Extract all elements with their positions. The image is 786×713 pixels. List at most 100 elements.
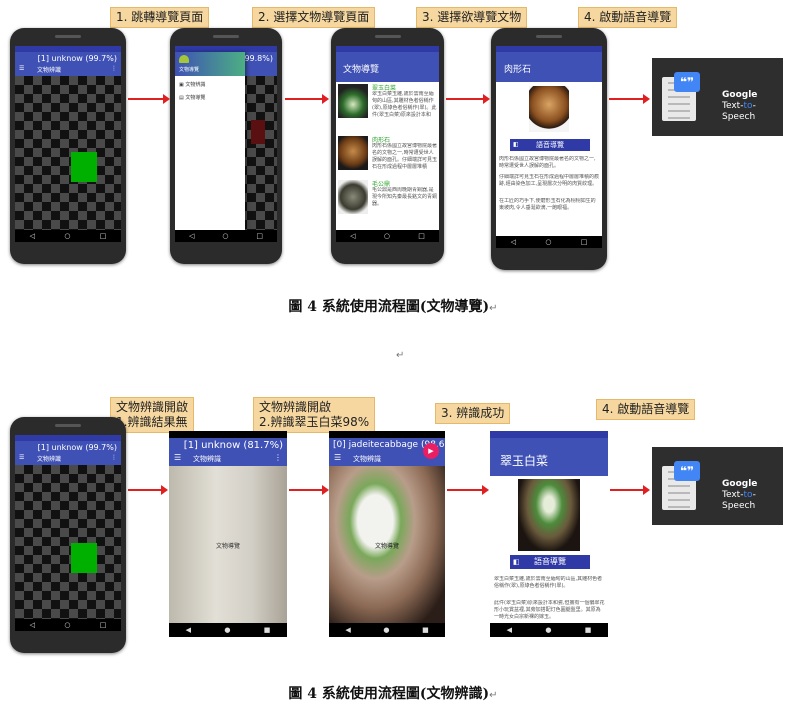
artifact-thumbnail: [338, 180, 368, 214]
screen-recognition-low: [1] unknow (81.7%) ☰ 文物辨識 ⋮ 文物導覽 ◀ ● ■: [169, 431, 287, 637]
list-item[interactable]: 翠玉白菜 翠玉白菜玉雕,歲於雲南至緬甸的山區,其雕材色者俗稱作(翠),原綠色者俗…: [336, 82, 439, 134]
figure-caption: 圖 4 系統使用流程圖(文物辨識)↵: [288, 686, 498, 702]
home-icon[interactable]: ○: [64, 621, 70, 629]
android-nav-bar: ◁ ○ □: [15, 619, 121, 631]
flow-arrow: [610, 485, 650, 495]
menu-icon[interactable]: ☰: [19, 454, 24, 461]
list-item[interactable]: 毛公鼎 毛公鼎是西周晚期青銅器,是現今所知先秦最長銘文的青銅器。: [336, 178, 439, 218]
detection-box: [71, 152, 97, 182]
back-icon[interactable]: ◁: [350, 232, 355, 240]
artifact-desc: 毛公鼎是西周晚期青銅器,是現今所知先秦最長銘文的青銅器。: [372, 187, 437, 207]
drawer-item-guide[interactable]: ▤ 文物導覽: [175, 93, 245, 102]
home-icon[interactable]: ●: [383, 626, 389, 634]
detection-overlay: [1] unknow (81.7%): [183, 440, 283, 451]
detail-paragraph: 仔細端詳可見玉石在形成過程中層層堆積的痕跡,經由染色加工,呈現層次分明的肉質紋理…: [499, 174, 599, 187]
back-icon[interactable]: ◀: [507, 626, 512, 634]
camera-preview: [15, 76, 121, 230]
center-label: 文物導覽: [374, 543, 399, 550]
home-icon[interactable]: ○: [64, 232, 70, 240]
back-icon[interactable]: ◁: [30, 232, 35, 240]
google-tts-logo: ❝❞ Google Text-to-Speech: [652, 447, 783, 525]
phone-recognition-unknown: [1] unknow (99.7%) ☰ 文物辨識 ⋮ ◁ ○ □: [10, 28, 126, 264]
step-label-4: 4. 啟動語音導覽: [578, 7, 678, 28]
camera-preview: [15, 465, 121, 619]
artifact-thumbnail: [338, 136, 368, 170]
recents-icon[interactable]: □: [256, 232, 263, 240]
app-title: 文物辨識: [353, 455, 381, 463]
quote-bubble-icon: ❝❞: [674, 461, 700, 481]
back-icon[interactable]: ◁: [30, 621, 35, 629]
center-label: 文物導覽: [215, 543, 240, 550]
speaker-icon: ◧: [513, 141, 519, 148]
android-nav-bar: ◀ ● ■: [329, 623, 445, 637]
step-label-1: 1. 跳轉導覽頁面: [110, 7, 210, 28]
flow-arrow: [609, 94, 650, 104]
flow-arrow: [128, 485, 168, 495]
tts-product-name: Text-to-Speech: [722, 101, 756, 122]
step-label-2: 2. 選擇文物導覽頁面: [252, 7, 376, 28]
app-title: 文物辨識: [193, 455, 221, 463]
home-icon[interactable]: ○: [384, 232, 390, 240]
menu-icon[interactable]: ☰: [174, 453, 181, 462]
app-title: 文物辨識: [37, 67, 62, 74]
app-title: 文物辨識: [37, 456, 62, 463]
flow-arrow: [285, 94, 329, 104]
step-label-4: 4. 啟動語音導覽: [596, 399, 696, 420]
google-wordmark: Google: [722, 479, 758, 489]
google-tts-logo: ❝❞ Google Text-to-Speech: [652, 58, 783, 136]
artifact-image: [529, 86, 569, 132]
drawer-item-recognition[interactable]: ▣ 文物辨識: [175, 76, 245, 93]
recents-icon[interactable]: □: [581, 238, 588, 246]
voice-guide-button[interactable]: ◧ 語音導覽: [510, 555, 590, 569]
home-icon[interactable]: ●: [545, 626, 551, 634]
android-nav-bar: ◀ ● ■: [169, 623, 287, 637]
voice-guide-button[interactable]: ◧ 語音導覽: [510, 139, 590, 151]
back-icon[interactable]: ◁: [511, 238, 516, 246]
navigation-drawer: 文物導覽 ▣ 文物辨識 ▤ 文物導覽: [175, 52, 245, 230]
recents-icon[interactable]: ■: [422, 626, 429, 634]
android-nav-bar: ◁ ○ □: [336, 230, 439, 242]
back-icon[interactable]: ◀: [345, 626, 350, 634]
back-icon[interactable]: ◁: [189, 232, 194, 240]
menu-icon[interactable]: ☰: [19, 65, 24, 72]
artifact-list: 翠玉白菜 翠玉白菜玉雕,歲於雲南至緬甸的山區,其雕材色者俗稱作(翠),原綠色者俗…: [336, 82, 439, 230]
step-label-3: 3. 選擇欲導覽文物: [416, 7, 528, 28]
menu-icon[interactable]: ☰: [334, 453, 341, 462]
home-icon[interactable]: ○: [222, 232, 228, 240]
drawer-header-title: 文物導覽: [179, 67, 200, 73]
quote-bubble-icon: ❝❞: [674, 72, 700, 92]
phone-artifact-detail: 肉形石 ◧ 語音導覽 肉形石係國立故宮博物院最著名的文物之一,時常遭受世人誤解的面…: [491, 28, 607, 270]
figure-caption: 圖 4 系統使用流程圖(文物導覽)↵: [288, 299, 498, 315]
recents-icon[interactable]: ■: [264, 626, 271, 634]
dark-red-shape: [251, 120, 265, 144]
more-icon[interactable]: ⋮: [111, 454, 117, 461]
paragraph-mark: ↵: [396, 350, 405, 361]
list-item[interactable]: 肉形石 肉形石係國立故宮博物院最著名的文物之一,時常遭受世人誤解的面孔。仔細端詳…: [336, 134, 439, 178]
fab-button[interactable]: ▶: [423, 443, 439, 459]
detection-box: [71, 543, 97, 573]
artifact-desc: 肉形石係國立故宮博物院最著名的文物之一,時常遭受世人誤解的面孔。仔細端詳可見玉石…: [372, 143, 437, 170]
page-title: 肉形石: [504, 65, 532, 75]
camera-icon: ▣: [179, 82, 184, 88]
artifact-desc: 翠玉白菜玉雕,歲於雲南至緬甸的山區,其雕材色者俗稱作(翠),原綠色者俗稱作(翠)…: [372, 91, 437, 118]
android-nav-bar: ◁ ○ □: [15, 230, 121, 242]
android-nav-bar: ◀ ● ■: [490, 623, 608, 637]
phone-recognition-unknown: [1] unknow (99.7%) ☰ 文物辨識 ⋮ ◁ ○ □: [10, 417, 126, 653]
flow-arrow: [446, 94, 490, 104]
google-wordmark: Google: [722, 90, 758, 100]
recents-icon[interactable]: □: [100, 232, 107, 240]
flow-arrow: [447, 485, 489, 495]
more-icon[interactable]: ⋮: [274, 453, 282, 462]
recents-icon[interactable]: ■: [585, 626, 592, 634]
home-icon[interactable]: ●: [224, 626, 230, 634]
phone-drawer: [1] unknow (99.8%) 文物導覽 ▣ 文物辨識 ▤ 文物導覽 ◁○…: [170, 28, 282, 264]
step-label-2: 文物辨識開啟 2.辨識翠玉白菜98%: [253, 397, 376, 433]
recents-icon[interactable]: □: [418, 232, 425, 240]
screen-artifact-detail: 翠玉白菜 ◧ 語音導覽 翠玉白菜玉雕,歲於雲南至緬甸的山區,其雕材色者俗稱作(翠)…: [490, 431, 608, 637]
android-logo-icon: [179, 55, 189, 63]
phone-artifact-list: 文物導覽 翠玉白菜 翠玉白菜玉雕,歲於雲南至緬甸的山區,其雕材色者俗稱作(翠),…: [331, 28, 444, 264]
home-icon[interactable]: ○: [545, 238, 551, 246]
more-icon[interactable]: ⋮: [111, 65, 117, 72]
recents-icon[interactable]: □: [100, 621, 107, 629]
back-icon[interactable]: ◀: [186, 626, 191, 634]
